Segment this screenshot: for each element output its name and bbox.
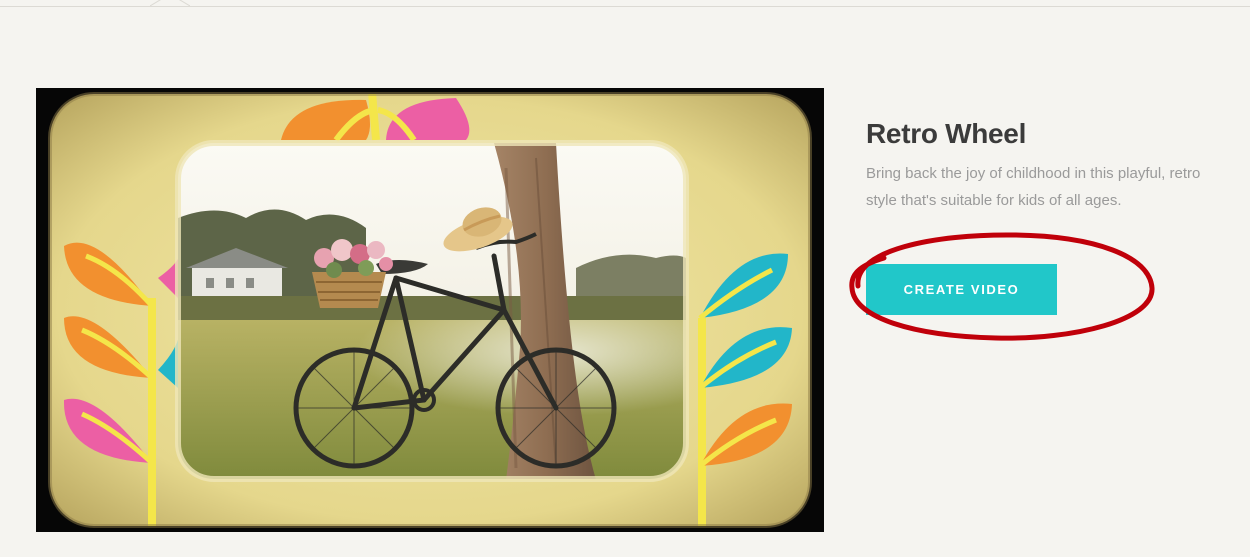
template-preview-image[interactable] (36, 88, 824, 532)
template-info: Retro Wheel Bring back the joy of childh… (866, 118, 1206, 214)
template-title: Retro Wheel (866, 118, 1027, 149)
tab-pointer (150, 0, 190, 7)
create-video-button[interactable]: CREATE VIDEO (866, 264, 1057, 315)
template-description: Bring back the joy of childhood in this … (866, 165, 1201, 209)
